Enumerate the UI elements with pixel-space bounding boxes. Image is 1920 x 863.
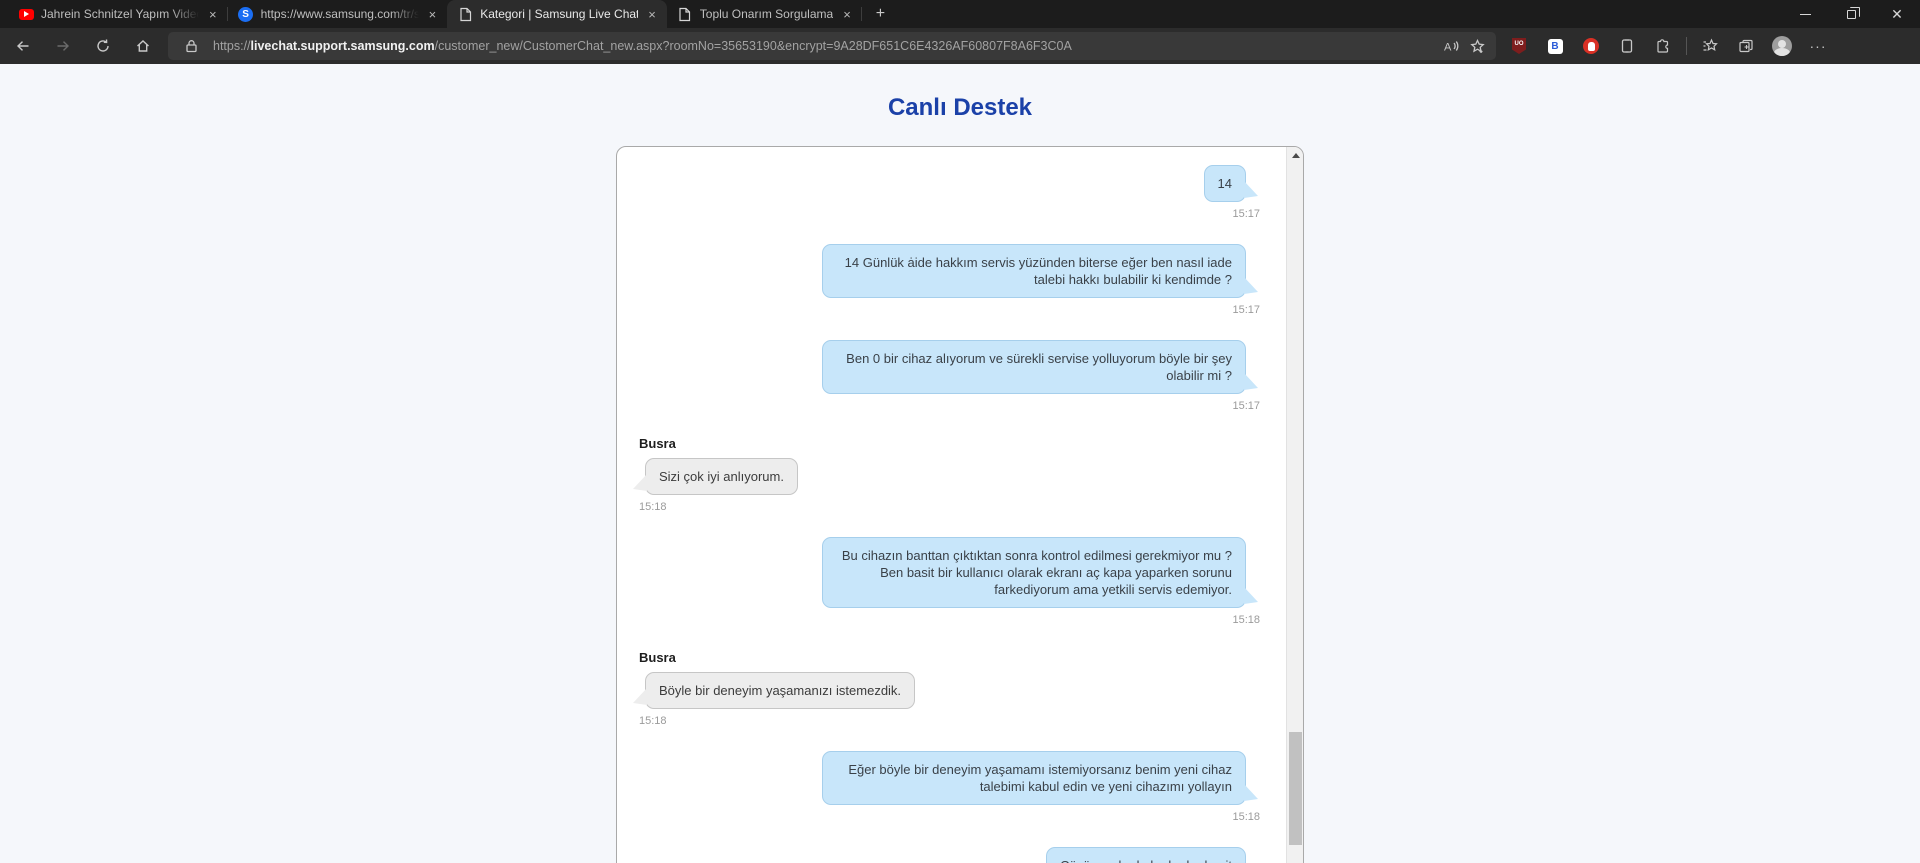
message-timestamp: 15:17 <box>1232 208 1260 220</box>
bubble-tail <box>1244 181 1258 198</box>
browser-toolbar: https://livechat.support.samsung.com/cus… <box>0 28 1920 64</box>
browser-tab-1[interactable]: Jahrein Schnitzel Yapım Videosu × <box>8 0 228 28</box>
chat-scrollbar[interactable] <box>1286 147 1303 863</box>
bubble-tail <box>1244 373 1258 390</box>
agent-name: Busra <box>639 436 676 451</box>
tab-title: Jahrein Schnitzel Yapım Videosu <box>41 7 199 21</box>
page-title: Canlı Destek <box>887 94 1033 121</box>
message-timestamp: 15:18 <box>1232 614 1260 626</box>
agent-name: Busra <box>639 650 676 665</box>
chat-bubble: Eğer böyle bir deneyim yaşamamı istemiyo… <box>822 751 1258 805</box>
message-group-customer: Ben 0 bir cihaz alıyorum ve sürekli serv… <box>639 340 1260 412</box>
back-icon[interactable] <box>6 31 40 61</box>
message-timestamp: 15:18 <box>639 715 667 727</box>
chat-panel: 14 15:17 14 Günlük ȧide hakkım servis yüzü… <box>616 146 1304 863</box>
chat-bubble: Sizi çok iyi anlıyorum. <box>633 458 798 495</box>
message-group-customer: Çözüm aslında bu kadar basit15:19 <box>639 847 1260 863</box>
message-timestamp: 15:18 <box>1232 811 1260 823</box>
url-host: livechat.support.samsung.com <box>250 39 435 53</box>
tab-strip: Jahrein Schnitzel Yapım Videosu × Shttps:/… <box>0 0 862 28</box>
bubble-tail <box>1244 784 1258 801</box>
tab-close-icon[interactable]: × <box>426 7 440 22</box>
browser-tab-3[interactable]: Kategori | Samsung Live Chat × <box>447 0 667 28</box>
browser-tab-4[interactable]: Toplu Onarım Sorgulama × <box>667 0 862 28</box>
chat-bubble: Ben 0 bir cihaz alıyorum ve sürekli serv… <box>822 340 1258 394</box>
puzzle-extensions-icon[interactable] <box>1650 33 1676 59</box>
tab-close-icon[interactable]: × <box>206 7 220 22</box>
page-content: Canlı Destek 14 15:17 14 Günlük ȧide hakkı… <box>0 64 1920 863</box>
message-group-customer: 14 15:17 <box>639 165 1260 220</box>
message-timestamp: 15:18 <box>639 501 667 513</box>
message-group-customer: Eğer böyle bir deneyim yaşamamı istemiyo… <box>639 751 1260 823</box>
toolbar-divider <box>1686 37 1687 55</box>
samsung-icon: S <box>238 6 254 22</box>
bubble-tail <box>633 688 647 705</box>
chat-bubble: 14 <box>1203 165 1258 202</box>
youtube-icon <box>18 6 34 22</box>
bubble-tail <box>1244 587 1258 604</box>
read-aloud-icon[interactable]: A <box>1438 34 1464 58</box>
scrollbar-thumb[interactable] <box>1289 732 1302 845</box>
document-icon <box>457 6 473 22</box>
chat-bubble: 14 Günlük ȧide hakkım servis yüzünden bi… <box>822 244 1258 298</box>
close-icon[interactable]: ✕ <box>1874 0 1920 28</box>
message-timestamp: 15:17 <box>1232 304 1260 316</box>
clipboard-icon[interactable] <box>1614 33 1640 59</box>
ellipsis-menu-icon[interactable]: ··· <box>1805 33 1831 59</box>
tab-title: Kategori | Samsung Live Chat <box>480 7 639 21</box>
tab-close-icon[interactable]: × <box>840 7 854 22</box>
lock-icon <box>178 34 204 58</box>
restore-icon[interactable] <box>1828 0 1874 28</box>
profile-avatar-icon[interactable] <box>1769 33 1795 59</box>
message-group-agent: Busra Böyle bir deneyim yaşamanızı isteme… <box>633 650 1260 727</box>
b-password-icon[interactable]: B <box>1542 33 1568 59</box>
browser-tab-2[interactable]: Shttps://www.samsung.com/tr/su × <box>228 0 448 28</box>
message-group-customer: 14 Günlük ȧide hakkım servis yüzünden bi… <box>639 244 1260 316</box>
bubble-tail <box>633 474 647 491</box>
chat-bubble: Çözüm aslında bu kadar basit <box>1046 847 1246 863</box>
collections-icon[interactable] <box>1733 33 1759 59</box>
bubble-tail <box>1244 277 1258 294</box>
address-bar[interactable]: https://livechat.support.samsung.com/cus… <box>168 32 1496 60</box>
refresh-icon[interactable] <box>86 31 120 61</box>
chat-bubble: Böyle bir deneyim yaşamanızı istemezdik. <box>633 672 916 709</box>
home-icon[interactable] <box>126 31 160 61</box>
favorites-hub-icon[interactable] <box>1697 33 1723 59</box>
hand-blocker-icon[interactable] <box>1578 33 1604 59</box>
document-icon <box>677 6 693 22</box>
browser-titlebar: Jahrein Schnitzel Yapım Videosu × Shttps:/… <box>0 0 1920 28</box>
tab-title: https://www.samsung.com/tr/su <box>260 7 419 21</box>
new-tab-button[interactable]: + <box>870 6 891 22</box>
minimize-icon[interactable] <box>1782 0 1828 28</box>
message-group-customer: Bu cihazın banttan çıktıktan sonra kontr… <box>639 537 1260 626</box>
ublock-shield-icon[interactable]: UO <box>1506 33 1532 59</box>
tab-close-icon[interactable]: × <box>645 7 659 22</box>
message-group-agent: Busra Sizi çok iyi anlıyorum. 15:18 <box>633 436 1260 513</box>
window-controls: ✕ <box>1782 0 1920 28</box>
chat-bubble: Bu cihazın banttan çıktıktan sonra kontr… <box>822 537 1258 608</box>
url-text: https://livechat.support.samsung.com/cus… <box>213 39 1438 53</box>
scrollbar-up-arrow-icon[interactable] <box>1287 147 1303 164</box>
url-scheme: https:// <box>213 39 251 53</box>
message-timestamp: 15:17 <box>1232 400 1260 412</box>
chat-message-list: 14 15:17 14 Günlük ȧide hakkım servis yüzü… <box>617 147 1286 863</box>
svg-text:A: A <box>1444 42 1452 54</box>
favorite-star-add-icon[interactable] <box>1464 34 1490 58</box>
url-path: /customer_new/CustomerChat_new.aspx?room… <box>434 39 1072 53</box>
forward-icon <box>46 31 80 61</box>
extensions-area: UO B ··· <box>1506 33 1831 59</box>
tab-title: Toplu Onarım Sorgulama <box>699 7 834 21</box>
